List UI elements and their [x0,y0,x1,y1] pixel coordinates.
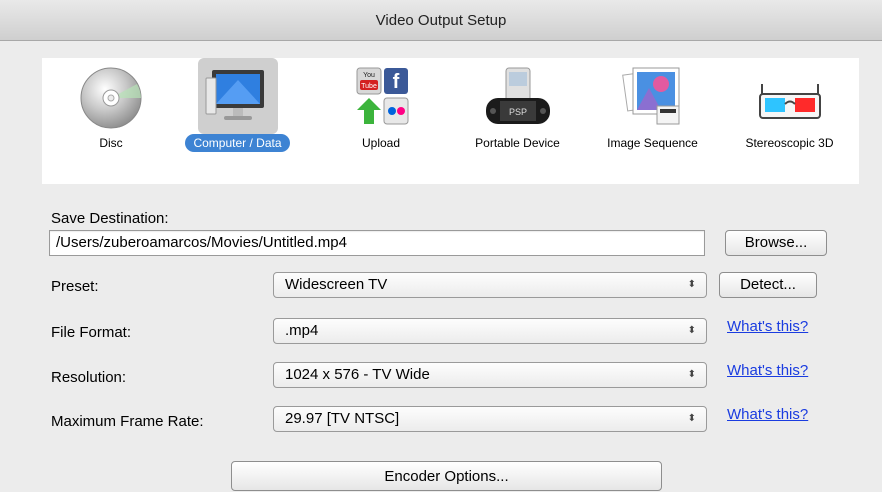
frame-rate-value: 29.97 [TV NTSC] [285,410,400,427]
preset-select[interactable]: Widescreen TV ⬍ [273,272,707,298]
select-arrows-icon: ⬍ [687,413,696,424]
window-title-bar: Video Output Setup [0,0,882,41]
category-label: Stereoscopic 3D [745,136,834,150]
category-image-sequence[interactable]: Image Sequence [595,58,710,178]
file-format-select[interactable]: .mp4 ⬍ [273,318,707,344]
file-format-label: File Format: [51,324,132,341]
disc-icon [77,64,145,130]
file-format-value: .mp4 [285,322,319,339]
svg-text:f: f [393,71,400,93]
category-computer-data[interactable]: Computer / Data [170,58,305,178]
resolution-value: 1024 x 576 - TV Wide [285,366,430,383]
frame-rate-select[interactable]: 29.97 [TV NTSC] ⬍ [273,406,707,432]
category-label: Upload [361,136,401,150]
preset-label: Preset: [51,278,99,295]
select-arrows-icon: ⬍ [687,369,696,380]
computer-monitor-icon [197,58,278,134]
category-portable-device[interactable]: PSP Portable Device [460,58,575,178]
3d-glasses-icon [756,64,824,130]
window-title: Video Output Setup [375,12,507,29]
select-arrows-icon: ⬍ [687,325,696,336]
browse-button[interactable]: Browse... [725,230,827,256]
category-upload[interactable]: You Tube f Upload [340,58,422,178]
detect-button[interactable]: Detect... [719,272,817,298]
category-label: Disc [99,136,123,150]
frame-rate-label: Maximum Frame Rate: [51,413,204,430]
youtube-you-text: You [363,72,375,79]
encoder-options-button[interactable]: Encoder Options... [231,461,662,491]
save-destination-label: Save Destination: [51,210,169,227]
category-label: Computer / Data [170,134,305,152]
psp-device-icon: PSP [484,64,552,130]
category-stereoscopic-3d[interactable]: Stereoscopic 3D [732,58,847,178]
select-arrows-icon: ⬍ [687,279,696,290]
category-disc[interactable]: Disc [70,58,152,178]
psp-screen-text: PSP [508,107,526,117]
file-format-help-link[interactable]: What's this? [727,318,808,335]
image-sequence-icon [619,64,687,130]
resolution-label: Resolution: [51,369,127,386]
preset-value: Widescreen TV [285,276,388,293]
category-label: Image Sequence [607,136,698,150]
resolution-help-link[interactable]: What's this? [727,362,808,379]
youtube-tube-text: Tube [361,83,377,90]
frame-rate-help-link[interactable]: What's this? [727,406,808,423]
upload-services-icon: You Tube f [347,64,415,130]
output-category-panel: Disc Computer / Data You Tube f Upload P… [42,58,859,184]
category-label: Portable Device [475,136,560,150]
save-destination-field[interactable]: /Users/zuberoamarcos/Movies/Untitled.mp4 [49,230,705,256]
resolution-select[interactable]: 1024 x 576 - TV Wide ⬍ [273,362,707,388]
